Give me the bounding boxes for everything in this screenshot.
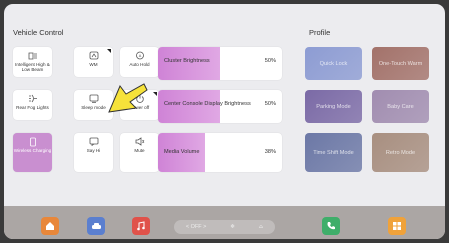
tile-label: Wireless Charging (13, 148, 52, 153)
card-label: Baby Care (387, 103, 414, 110)
sleep-mode-icon (89, 94, 99, 103)
card-label: Retro Mode (385, 149, 416, 156)
tile-label: Intelligent High & Low Beam (15, 62, 50, 73)
slider-value: 38% (264, 149, 276, 155)
seat-heater-icon[interactable]: ⌓ (259, 224, 263, 231)
tile-label: Mute (134, 148, 145, 153)
phone-icon[interactable] (322, 217, 340, 235)
profile-baby-care[interactable]: Baby Care (372, 90, 429, 123)
fog-light-icon (28, 94, 38, 103)
profile-one-touch-warm[interactable]: One-Touch Warm (372, 47, 429, 80)
card-label: Time Shift Mode (313, 149, 354, 156)
vehicle-control-screen: Vehicle Control Profile Intelligent High… (4, 4, 445, 239)
vehicle-control-title: Vehicle Control (13, 28, 64, 37)
tile-label: Rear Fog Lights (16, 105, 49, 110)
profile-parking-mode[interactable]: Parking Mode (305, 90, 362, 123)
slider-label: Cluster Brightness (164, 58, 210, 64)
tile-label: Auto Hold (129, 62, 150, 67)
fan-icon[interactable]: ❄ (230, 224, 235, 230)
pointer-arrow-icon (108, 83, 148, 113)
center-console-brightness-slider[interactable]: Center Console Display Brightness 50% (158, 90, 282, 123)
more-options-indicator (107, 49, 111, 53)
tile-label: Say Hi (86, 148, 101, 153)
profile-retro-mode[interactable]: Retro Mode (372, 133, 429, 172)
tile-wireless-charging[interactable]: Wireless Charging (13, 133, 52, 172)
tile-high-low-beam[interactable]: Intelligent High & Low Beam (13, 47, 52, 77)
tile-wm[interactable]: WM (74, 47, 113, 77)
card-label: One-Touch Warm (378, 60, 423, 67)
profile-time-shift-mode[interactable]: Time Shift Mode (305, 133, 362, 172)
car-icon[interactable] (87, 217, 105, 235)
say-hi-icon (89, 137, 99, 146)
music-icon[interactable] (132, 217, 150, 235)
mute-icon (135, 137, 145, 146)
window-mode-icon (89, 51, 99, 60)
slider-label: Media Volume (164, 149, 200, 155)
cluster-brightness-slider[interactable]: Cluster Brightness 50% (158, 47, 282, 80)
card-label: Parking Mode (316, 103, 351, 110)
climate-control-bar[interactable]: < OFF > ❄ ⌓ (174, 220, 275, 234)
profile-title: Profile (309, 28, 331, 37)
tile-label: WM (89, 62, 98, 67)
slider-label: Center Console Display Brightness (164, 101, 251, 107)
wireless-charging-icon (28, 137, 38, 146)
tile-mute[interactable]: Mute (120, 133, 159, 172)
card-label: Quick Lock (319, 60, 348, 67)
tile-label: Sleep mode (81, 105, 106, 110)
slider-value: 50% (264, 58, 276, 64)
home-icon[interactable] (41, 217, 59, 235)
more-options-indicator (153, 92, 157, 96)
auto-hold-icon: A (135, 51, 145, 60)
slider-value: 50% (264, 101, 276, 107)
apps-grid-icon[interactable] (388, 217, 406, 235)
climate-off-toggle[interactable]: < OFF > (186, 224, 206, 230)
headlight-icon (28, 51, 38, 60)
tile-auto-hold[interactable]: A Auto Hold (120, 47, 159, 77)
tile-say-hi[interactable]: Say Hi (74, 133, 113, 172)
tile-rear-fog-lights[interactable]: Rear Fog Lights (13, 90, 52, 120)
media-volume-slider[interactable]: Media Volume 38% (158, 133, 282, 172)
profile-quick-lock[interactable]: Quick Lock (305, 47, 362, 80)
svg-text:A: A (138, 54, 141, 58)
